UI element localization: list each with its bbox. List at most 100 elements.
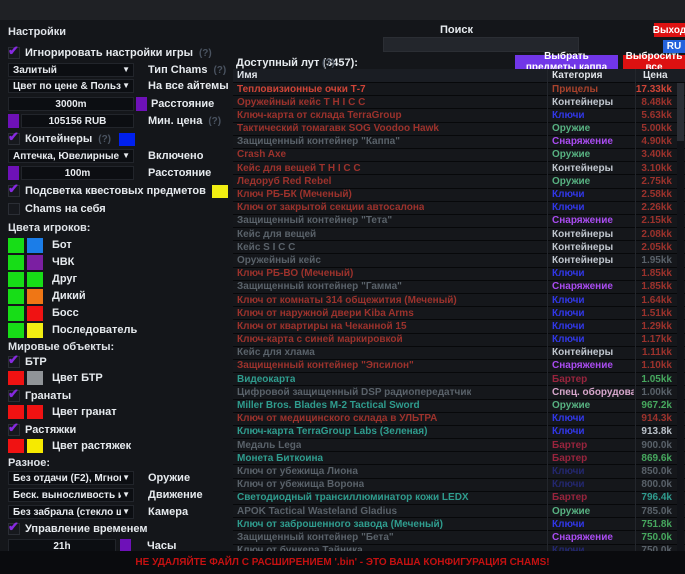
table-row[interactable]: Защищенный контейнер "Эпсилон"Снаряжение… xyxy=(233,360,685,373)
scrollbar-thumb[interactable] xyxy=(677,83,684,141)
table-row[interactable]: Miller Bros. Blades M-2 Tactical SwordОр… xyxy=(233,400,685,413)
loot-distance-input[interactable]: 100m xyxy=(21,166,134,180)
drop-all-button[interactable]: Выбросить все xyxy=(623,55,685,69)
table-row[interactable]: Ледоруб Red RebelОружие2.75kk xyxy=(233,175,685,188)
distance-color-swatch[interactable] xyxy=(136,97,147,111)
table-row[interactable]: Защищенный контейнер "Каппа"Снаряжение4.… xyxy=(233,136,685,149)
player-visible-color-swatch[interactable] xyxy=(8,306,24,321)
exit-button[interactable]: Выход xyxy=(654,23,685,37)
table-row[interactable]: Кейс для хламаКонтейнеры1.11kk xyxy=(233,347,685,360)
world-object-checkbox[interactable]: ✔ xyxy=(8,424,20,436)
chams-type-dropdown[interactable]: Залитый ▼ xyxy=(8,63,134,77)
table-row[interactable]: Цифровой защищенный DSP радиопередатчикС… xyxy=(233,386,685,399)
table-row[interactable]: Ключ-карта от склада TerraGroupКлючи5.63… xyxy=(233,109,685,122)
item-price: 3.10kk xyxy=(641,163,672,174)
help-hint[interactable]: (?) xyxy=(199,48,212,59)
containers-checkbox[interactable]: ✔ xyxy=(8,133,20,145)
table-row[interactable]: Ключ РБ-БК (Меченый)Ключи2.58kk xyxy=(233,189,685,202)
table-row[interactable]: Ключ от медицинского склада в УЛЬТРАКлюч… xyxy=(233,413,685,426)
help-hint[interactable]: (?) xyxy=(322,58,335,69)
loot-distance-color-swatch[interactable] xyxy=(8,166,19,180)
world-object-color-row: Цвет гранат xyxy=(8,404,233,419)
color-mode-dropdown[interactable]: Цвет по цене & Пользователь ▼ xyxy=(8,79,134,93)
help-hint[interactable]: (?) xyxy=(98,134,111,145)
select-kappa-items-button[interactable]: Выбрать предметы каппа xyxy=(515,55,618,69)
table-row[interactable]: Защищенный контейнер "Гамма"Снаряжение1.… xyxy=(233,281,685,294)
player-visible-color-swatch[interactable] xyxy=(8,323,24,338)
ignore-game-settings-checkbox[interactable]: ✔ xyxy=(8,47,20,59)
table-row[interactable]: Тепловизионные очки Т-7Прицелы17.33kk xyxy=(233,83,685,96)
player-type-color-swatch[interactable] xyxy=(27,272,43,287)
table-row[interactable]: Кейс для вещей T H I C CКонтейнеры3.10kk xyxy=(233,162,685,175)
item-price: 3.40kk xyxy=(641,149,672,160)
table-row[interactable]: Монета БиткоинаБартер869.6k xyxy=(233,452,685,465)
table-row[interactable]: ВидеокартаБартер1.05kk xyxy=(233,373,685,386)
player-type-color-swatch[interactable] xyxy=(27,306,43,321)
item-price: 1.11kk xyxy=(642,347,672,358)
table-row[interactable]: Ключ РБ-ВО (Меченый)Ключи1.85kk xyxy=(233,268,685,281)
time-control-checkbox[interactable]: ✔ xyxy=(8,523,20,535)
table-row[interactable]: Медаль LegaБартер900.0k xyxy=(233,439,685,452)
player-type-color-swatch[interactable] xyxy=(27,289,43,304)
misc-dropdown[interactable]: Без отдачи (F2), Мгновенное п▼ xyxy=(8,471,134,485)
misc-dropdown-row: Без отдачи (F2), Мгновенное п▼Оружие xyxy=(8,471,233,485)
table-scrollbar[interactable] xyxy=(677,83,684,551)
world-object-color-swatch[interactable] xyxy=(27,439,43,453)
table-row[interactable]: Оружейный кейсКонтейнеры1.95kk xyxy=(233,254,685,267)
world-object-color-swatch[interactable] xyxy=(8,405,24,419)
player-type-color-swatch[interactable] xyxy=(27,323,43,338)
misc-dropdown[interactable]: Беск. выносливость и нет уста▼ xyxy=(8,488,134,502)
player-visible-color-swatch[interactable] xyxy=(8,272,24,287)
table-row[interactable]: Кейс S I C CКонтейнеры2.05kk xyxy=(233,241,685,254)
player-type-color-swatch[interactable] xyxy=(27,255,43,270)
help-hint[interactable]: (?) xyxy=(208,116,221,127)
self-chams-checkbox[interactable] xyxy=(8,203,20,215)
table-row[interactable]: Светодиодный трансиллюминатор кожи LEDXБ… xyxy=(233,492,685,505)
world-object-checkbox[interactable]: ✔ xyxy=(8,356,20,368)
table-row[interactable]: Ключ от наружной двери Kiba ArmsКлючи1.5… xyxy=(233,307,685,320)
world-object-color-swatch[interactable] xyxy=(8,371,24,385)
table-row[interactable]: Кейс для вещейКонтейнеры2.08kk xyxy=(233,228,685,241)
world-object-color-swatch[interactable] xyxy=(27,371,43,385)
table-row[interactable]: Ключ от заброшенного завода (Меченый)Клю… xyxy=(233,518,685,531)
table-row[interactable]: Ключ от закрытой секции автосалонаКлючи2… xyxy=(233,202,685,215)
player-type-color-swatch[interactable] xyxy=(27,238,43,253)
min-price-color-swatch[interactable] xyxy=(8,114,19,128)
containers-color-swatch[interactable] xyxy=(119,133,135,146)
table-row[interactable]: Ключ от квартиры на Чеканной 15Ключи1.29… xyxy=(233,320,685,333)
column-header-price[interactable]: Цена xyxy=(643,70,668,81)
world-object-checkbox[interactable]: ✔ xyxy=(8,390,20,402)
quest-highlight-checkbox[interactable]: ✔ xyxy=(8,185,20,197)
table-row[interactable]: Ключ-карта с синей маркировкойКлючи1.17k… xyxy=(233,334,685,347)
item-name: Ключ от заброшенного завода (Меченый) xyxy=(237,519,443,530)
table-row[interactable]: Ключ от комнаты 314 общежития (Меченый)К… xyxy=(233,294,685,307)
distance-input[interactable]: 3000m xyxy=(8,97,134,111)
item-name: Оружейный кейс T H I C C xyxy=(237,97,365,108)
quest-highlight-color-swatch[interactable] xyxy=(212,185,228,198)
column-header-category[interactable]: Категория xyxy=(552,70,602,81)
help-hint[interactable]: (?) xyxy=(213,65,226,76)
search-input[interactable] xyxy=(383,37,579,52)
table-row[interactable]: APOK Tactical Wasteland GladiusОружие785… xyxy=(233,505,685,518)
table-row[interactable]: Ключ от убежища ЛионаКлючи850.0k xyxy=(233,465,685,478)
player-visible-color-swatch[interactable] xyxy=(8,255,24,270)
loot-categories-dropdown[interactable]: Аптечка, Ювелирные и... ▼ xyxy=(8,149,134,163)
table-row[interactable]: Ключ-карта TerraGroup Labs (Зеленая)Ключ… xyxy=(233,426,685,439)
min-price-input[interactable]: 105156 RUB xyxy=(21,114,134,128)
item-price: 1.64kk xyxy=(641,295,672,306)
checkmark-icon: ✔ xyxy=(8,386,19,402)
player-visible-color-swatch[interactable] xyxy=(8,238,24,253)
table-row[interactable]: Ключ от убежища ВоронаКлючи800.0k xyxy=(233,479,685,492)
table-row[interactable]: Защищенный контейнер "Бета"Снаряжение750… xyxy=(233,531,685,544)
table-row[interactable]: Защищенный контейнер "Тета"Снаряжение2.1… xyxy=(233,215,685,228)
table-row[interactable]: Оружейный кейс T H I C CКонтейнеры8.48kk xyxy=(233,96,685,109)
world-object-color-swatch[interactable] xyxy=(8,439,24,453)
player-visible-color-swatch[interactable] xyxy=(8,289,24,304)
column-header-name[interactable]: Имя xyxy=(237,70,257,81)
table-row[interactable]: Тактический томагавк SOG Voodoo HawkОруж… xyxy=(233,123,685,136)
misc-dropdown-row: Без забрала (стекло шлема)▼Камера xyxy=(8,505,233,519)
misc-dropdown[interactable]: Без забрала (стекло шлема)▼ xyxy=(8,505,134,519)
table-row[interactable]: Crash AxeОружие3.40kk xyxy=(233,149,685,162)
world-object-label: Растяжки xyxy=(25,424,76,436)
world-object-color-swatch[interactable] xyxy=(27,405,43,419)
